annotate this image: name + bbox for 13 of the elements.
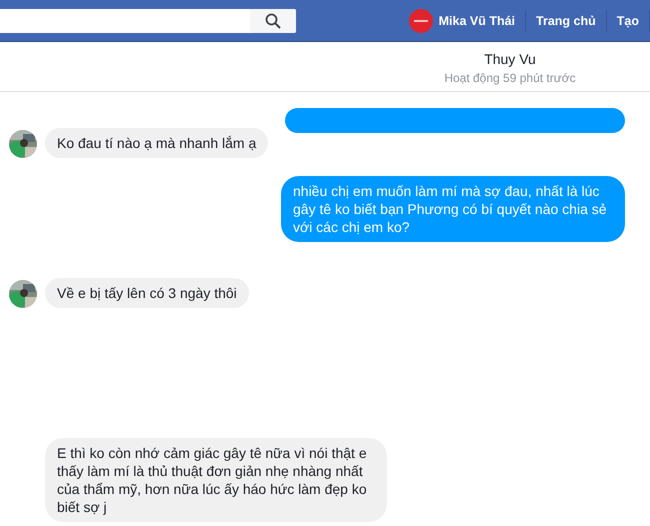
message-bubble: Ko đau tí nào ạ mà nhanh lắm ạ [45,128,268,158]
message-bubble: nhiều chị em muốn làm mí mà sợ đau, nhất là lúc gây tê ko biết bạn Phương có bí quyết nào chia sẻ với các chị em ko? [281,176,625,242]
active-status: Hoạt động 59 phút trước [444,71,576,85]
nav-link[interactable]: Trang chủ [526,14,606,28]
logo-icon [408,8,433,32]
profile-link[interactable]: Mika Vũ Thái [398,8,526,32]
message-bubble: Về e bị tấy lên có 3 ngày thôi [45,278,249,308]
nav-link[interactable]: Tạo [606,14,649,28]
contact-name: Thuy Vu [484,51,536,67]
search-button[interactable] [250,8,296,32]
search-field[interactable] [0,8,296,32]
search-icon [265,12,281,28]
message-bubble: E thì ko còn nhớ cảm giác gây tê nữa vì nói thật e thấy làm mí là thủ thuật đơn giản nhẹ nhàng nhất của thẩm mỹ, hơn nữa lúc ấy háo hức làm đẹp ko biết sợ j [45,438,387,522]
